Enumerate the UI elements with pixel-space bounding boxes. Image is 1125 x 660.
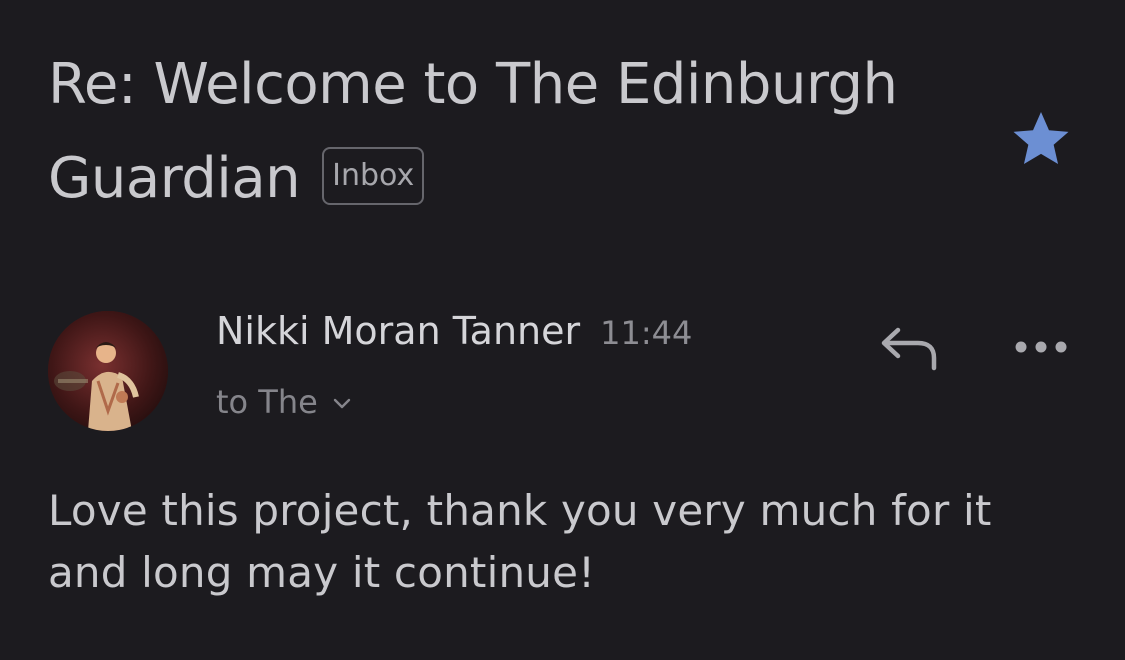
recipient-details-toggle[interactable]: to The <box>216 378 352 424</box>
more-options-icon <box>1015 341 1067 353</box>
more-options-button[interactable] <box>1010 332 1072 362</box>
email-time: 11:44 <box>600 314 693 352</box>
chevron-down-icon <box>332 378 352 422</box>
sender-name[interactable]: Nikki Moran Tanner <box>216 309 580 353</box>
avatar-photo <box>48 311 168 431</box>
star-icon <box>1013 112 1069 165</box>
sender-row: Nikki Moran Tanner 11:44 <box>216 306 692 358</box>
reply-button[interactable] <box>878 322 940 372</box>
inbox-label-badge[interactable]: Inbox <box>322 147 425 205</box>
star-button[interactable] <box>1008 106 1074 172</box>
email-subject: Re: Welcome to The Edinburgh Guardian Inb… <box>48 38 968 226</box>
email-view: Re: Welcome to The Edinburgh Guardian Inb… <box>0 0 1125 660</box>
subject-title: Re: Welcome to The Edinburgh Guardian <box>48 52 898 211</box>
reply-icon <box>881 327 937 371</box>
sender-avatar[interactable] <box>48 311 168 431</box>
email-body: Love this project, thank you very much f… <box>48 486 992 597</box>
recipient-line: to The <box>216 383 318 421</box>
